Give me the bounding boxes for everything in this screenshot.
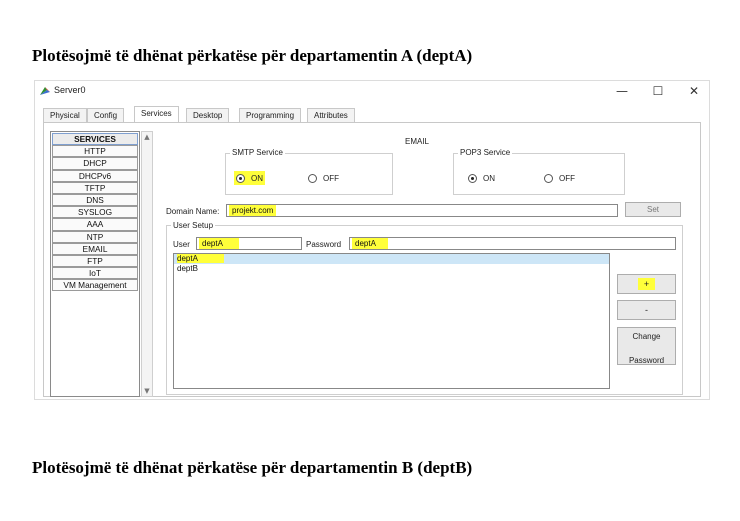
smtp-on-label: ON [251,173,263,183]
service-item-iot[interactable]: IoT [52,267,138,280]
scroll-up-icon[interactable]: ▲ [142,132,152,142]
services-list: SERVICES HTTP DHCP DHCPv6 TFTP DNS SYSLO… [50,131,140,397]
service-item-ftp[interactable]: FTP [52,254,138,268]
set-domain-button[interactable]: Set [625,202,681,217]
tab-desktop[interactable]: Desktop [186,108,230,122]
change-password-label-line2: Password [628,356,665,365]
user-list-item-deptb[interactable]: deptB [174,264,609,274]
change-password-button[interactable]: Change Password [617,327,676,365]
add-user-button[interactable]: + [617,274,676,294]
smtp-service-group: SMTP Service ON OFF [225,148,393,195]
domain-name-value: projekt.com [229,205,277,216]
remove-user-button[interactable]: - [617,300,676,320]
radio-checked-icon [236,173,245,183]
domain-name-input[interactable]: projekt.com [226,204,618,217]
password-value: deptA [352,238,388,249]
radio-unchecked-icon [544,173,553,183]
user-list[interactable]: deptA deptB [173,253,610,389]
service-item-aaa[interactable]: AAA [52,218,138,231]
smtp-legend: SMTP Service [230,148,285,157]
service-item-tftp[interactable]: TFTP [52,181,138,194]
change-password-label-line1: Change [632,332,661,341]
service-item-vm-management[interactable]: VM Management [52,279,138,292]
tab-physical[interactable]: Physical [43,108,87,122]
pop3-on-radio[interactable]: ON [466,171,497,185]
close-button[interactable]: ✕ [683,83,705,99]
service-item-dhcpv6[interactable]: DHCPv6 [52,169,138,182]
email-config-panel: EMAIL SMTP Service ON OFF POP3 Service O… [162,123,702,398]
pop3-on-label: ON [483,173,495,183]
service-item-dns[interactable]: DNS [52,193,138,207]
user-setup-legend: User Setup [171,221,216,230]
password-input[interactable]: deptA [349,237,676,250]
pop3-legend: POP3 Service [458,148,513,157]
tab-attributes[interactable]: Attributes [307,108,355,122]
user-list-item-depta[interactable]: deptA [174,254,609,264]
tab-services[interactable]: Services [134,106,179,122]
radio-unchecked-icon [308,173,317,183]
smtp-off-label: OFF [323,173,339,183]
pop3-service-group: POP3 Service ON OFF [453,148,625,195]
user-list-item-label: deptA [177,254,224,263]
window-title: Server0 [54,85,86,95]
service-item-http[interactable]: HTTP [52,145,138,158]
user-list-item-label: deptB [177,264,198,273]
server-window: Server0 — ☐ ✕ Physical Config Services D… [34,80,710,400]
heading-dept-b: Plotësojmë të dhënat përkatëse për depar… [32,458,473,477]
scroll-down-icon[interactable]: ▼ [142,386,152,396]
user-value: deptA [199,238,239,249]
title-bar: Server0 — ☐ ✕ [35,81,709,101]
services-tab-panel: SERVICES HTTP DHCP DHCPv6 TFTP DNS SYSLO… [43,122,701,397]
services-header: SERVICES [52,133,138,146]
smtp-off-radio[interactable]: OFF [306,171,341,185]
add-user-label: + [637,278,656,290]
user-label: User [173,240,190,249]
domain-name-label: Domain Name: [166,207,220,216]
heading-dept-a: Plotësojmë të dhënat përkatëse për depar… [32,46,473,65]
tab-config[interactable]: Config [87,108,125,122]
email-title: EMAIL [405,137,430,146]
service-item-syslog[interactable]: SYSLOG [52,206,138,219]
pop3-off-radio[interactable]: OFF [542,171,577,185]
services-scrollbar[interactable]: ▲ ▼ [141,131,153,397]
service-item-email[interactable]: EMAIL [52,242,138,255]
service-item-dhcp[interactable]: DHCP [52,157,138,170]
tab-programming[interactable]: Programming [239,108,302,122]
pop3-off-label: OFF [559,173,575,183]
user-input[interactable]: deptA [196,237,302,250]
service-item-ntp[interactable]: NTP [52,230,138,243]
packet-tracer-logo-icon [40,87,50,95]
smtp-on-radio[interactable]: ON [234,171,265,185]
password-label: Password [306,240,342,249]
maximize-button[interactable]: ☐ [647,83,669,99]
radio-checked-icon [468,173,477,183]
minimize-button[interactable]: — [611,83,633,99]
user-setup-group: User Setup User deptA Password deptA dep… [166,221,683,395]
